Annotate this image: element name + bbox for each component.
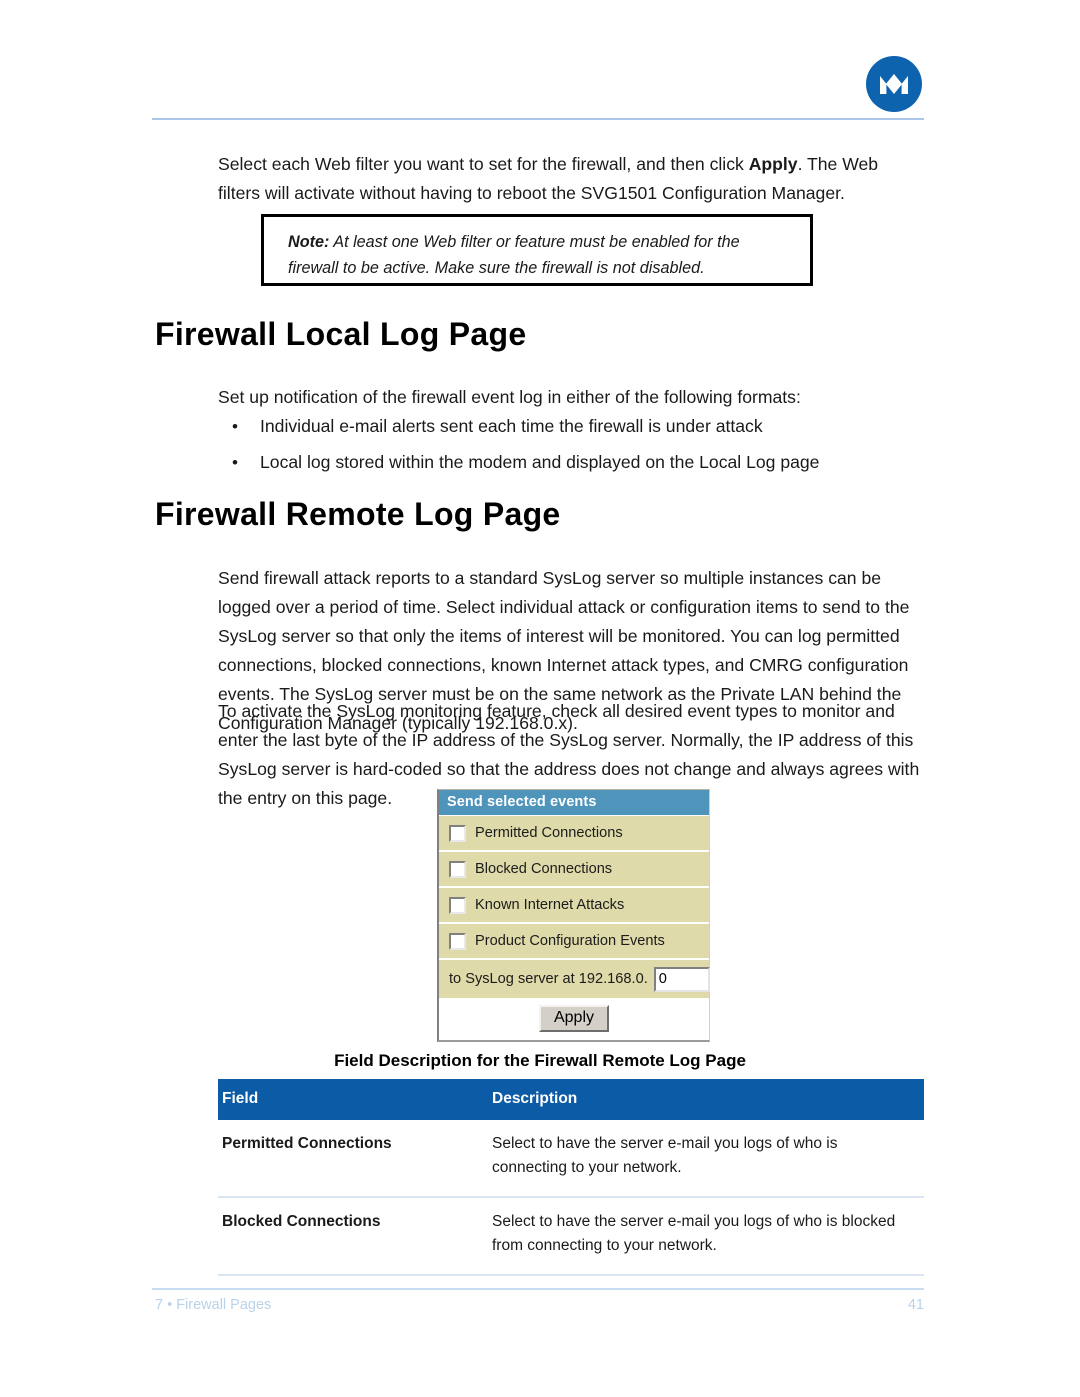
- list-item: • Individual e-mail alerts sent each time…: [218, 412, 918, 441]
- row-field-description: Select to have the server e-mail you log…: [488, 1120, 924, 1198]
- table-caption: Field Description for the Firewall Remot…: [334, 1051, 746, 1070]
- apply-button[interactable]: Apply: [538, 1005, 610, 1032]
- row-field-name: Blocked Connections: [218, 1197, 488, 1276]
- bullet-dot-icon: •: [232, 453, 238, 472]
- checkbox-permitted-connections-icon[interactable]: [449, 824, 466, 842]
- intro-paragraph: Select each Web filter you want to set f…: [218, 150, 924, 208]
- heading-firewall-local-log-page: Firewall Local Log Page: [155, 316, 527, 352]
- checkbox-row-known-internet-attacks[interactable]: Known Internet Attacks: [439, 888, 709, 924]
- column-header-field: Field: [218, 1079, 488, 1120]
- row-field-name: Permitted Connections: [218, 1120, 488, 1198]
- local-log-bullet-list: • Individual e-mail alerts sent each time…: [218, 412, 918, 484]
- list-item-label: Individual e-mail alerts sent each time …: [260, 416, 763, 436]
- note-label: Note:: [288, 233, 330, 251]
- table-header-row: Field Description: [218, 1079, 924, 1120]
- panel-footer: Apply: [439, 1000, 709, 1040]
- list-item: • Local log stored within the modem and d…: [218, 448, 918, 477]
- checkbox-blocked-connections-icon[interactable]: [449, 860, 466, 878]
- table-header: Field Description: [218, 1079, 924, 1120]
- note-body: At least one Web filter or feature must …: [288, 233, 740, 277]
- footer-page-number: 41: [907, 1297, 924, 1313]
- local-log-intro-paragraph: Set up notification of the firewall even…: [218, 387, 801, 407]
- field-description-table: Field Description Permitted Connections …: [218, 1079, 924, 1276]
- syslog-last-byte-input[interactable]: [653, 966, 710, 992]
- logo-circle: [866, 56, 922, 112]
- document-page: Select each Web filter you want to set f…: [0, 0, 1080, 1397]
- list-item-label: Local log stored within the modem and di…: [260, 452, 820, 472]
- intro-bold-apply: Apply: [748, 154, 798, 174]
- checkbox-row-product-configuration-events[interactable]: Product Configuration Events: [439, 924, 709, 960]
- motorola-logo: [866, 56, 922, 112]
- checkbox-product-configuration-events-icon[interactable]: [449, 932, 466, 950]
- row-field-description: Select to have the server e-mail you log…: [488, 1197, 924, 1276]
- footer-divider: [152, 1288, 924, 1290]
- checkbox-label: Permitted Connections: [475, 825, 623, 841]
- intro-text-before: Select each Web filter you want to set f…: [218, 154, 749, 174]
- header-divider: [152, 118, 924, 120]
- checkbox-row-permitted-connections[interactable]: Permitted Connections: [439, 816, 709, 852]
- bullet-dot-icon: •: [232, 417, 238, 436]
- checkbox-label: Product Configuration Events: [475, 933, 665, 949]
- motorola-m-icon: [880, 74, 908, 94]
- checkbox-label: Blocked Connections: [475, 861, 613, 877]
- checkbox-known-internet-attacks-icon[interactable]: [449, 896, 466, 914]
- note-text: Note: At least one Web filter or feature…: [288, 229, 792, 281]
- syslog-server-row: to SysLog server at 192.168.0.: [439, 960, 710, 1000]
- table-row: Permitted Connections Select to have the…: [218, 1120, 924, 1198]
- table-body: Permitted Connections Select to have the…: [218, 1120, 924, 1276]
- checkbox-row-blocked-connections[interactable]: Blocked Connections: [439, 852, 709, 888]
- syslog-server-label: to SysLog server at 192.168.0.: [449, 971, 648, 987]
- checkbox-label: Known Internet Attacks: [475, 897, 625, 913]
- table-row: Blocked Connections Select to have the s…: [218, 1197, 924, 1276]
- panel-title: Send selected events: [439, 790, 709, 816]
- footer-chapter-label: 7 • Firewall Pages: [155, 1297, 272, 1313]
- column-header-description: Description: [488, 1079, 924, 1120]
- send-selected-events-panel: Send selected events Permitted Connectio…: [437, 789, 710, 1042]
- heading-firewall-remote-log-page: Firewall Remote Log Page: [155, 496, 561, 532]
- note-box: Note: At least one Web filter or feature…: [261, 214, 813, 286]
